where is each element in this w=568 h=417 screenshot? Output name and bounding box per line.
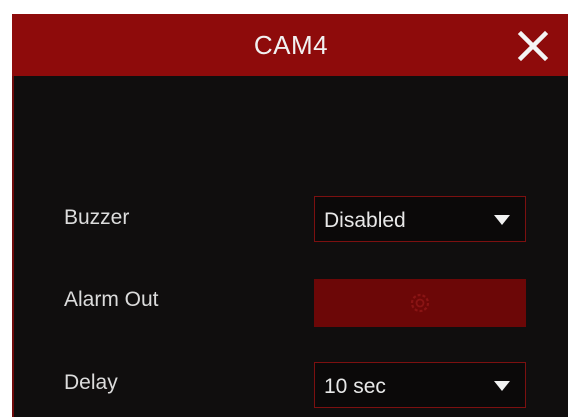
chevron-down-icon	[494, 215, 510, 225]
close-button[interactable]	[515, 28, 551, 64]
gear-icon	[410, 293, 430, 313]
delay-select[interactable]: 10 sec	[314, 362, 526, 408]
alarm-out-setup-button[interactable]	[314, 279, 526, 327]
close-icon	[517, 30, 549, 62]
buzzer-select[interactable]: Disabled	[314, 196, 526, 242]
chevron-down-icon	[494, 381, 510, 391]
camera-alarm-dialog: CAM4 Buzzer Disabled Alarm Out Delay 10 …	[12, 14, 568, 417]
delay-select-value: 10 sec	[324, 375, 386, 398]
delay-label: Delay	[64, 371, 118, 394]
buzzer-select-value: Disabled	[324, 209, 406, 232]
alarm-out-label: Alarm Out	[64, 288, 159, 311]
buzzer-label: Buzzer	[64, 206, 130, 229]
dialog-title: CAM4	[253, 30, 329, 60]
title-bar: CAM4	[12, 14, 568, 76]
panel-edge	[12, 76, 14, 417]
